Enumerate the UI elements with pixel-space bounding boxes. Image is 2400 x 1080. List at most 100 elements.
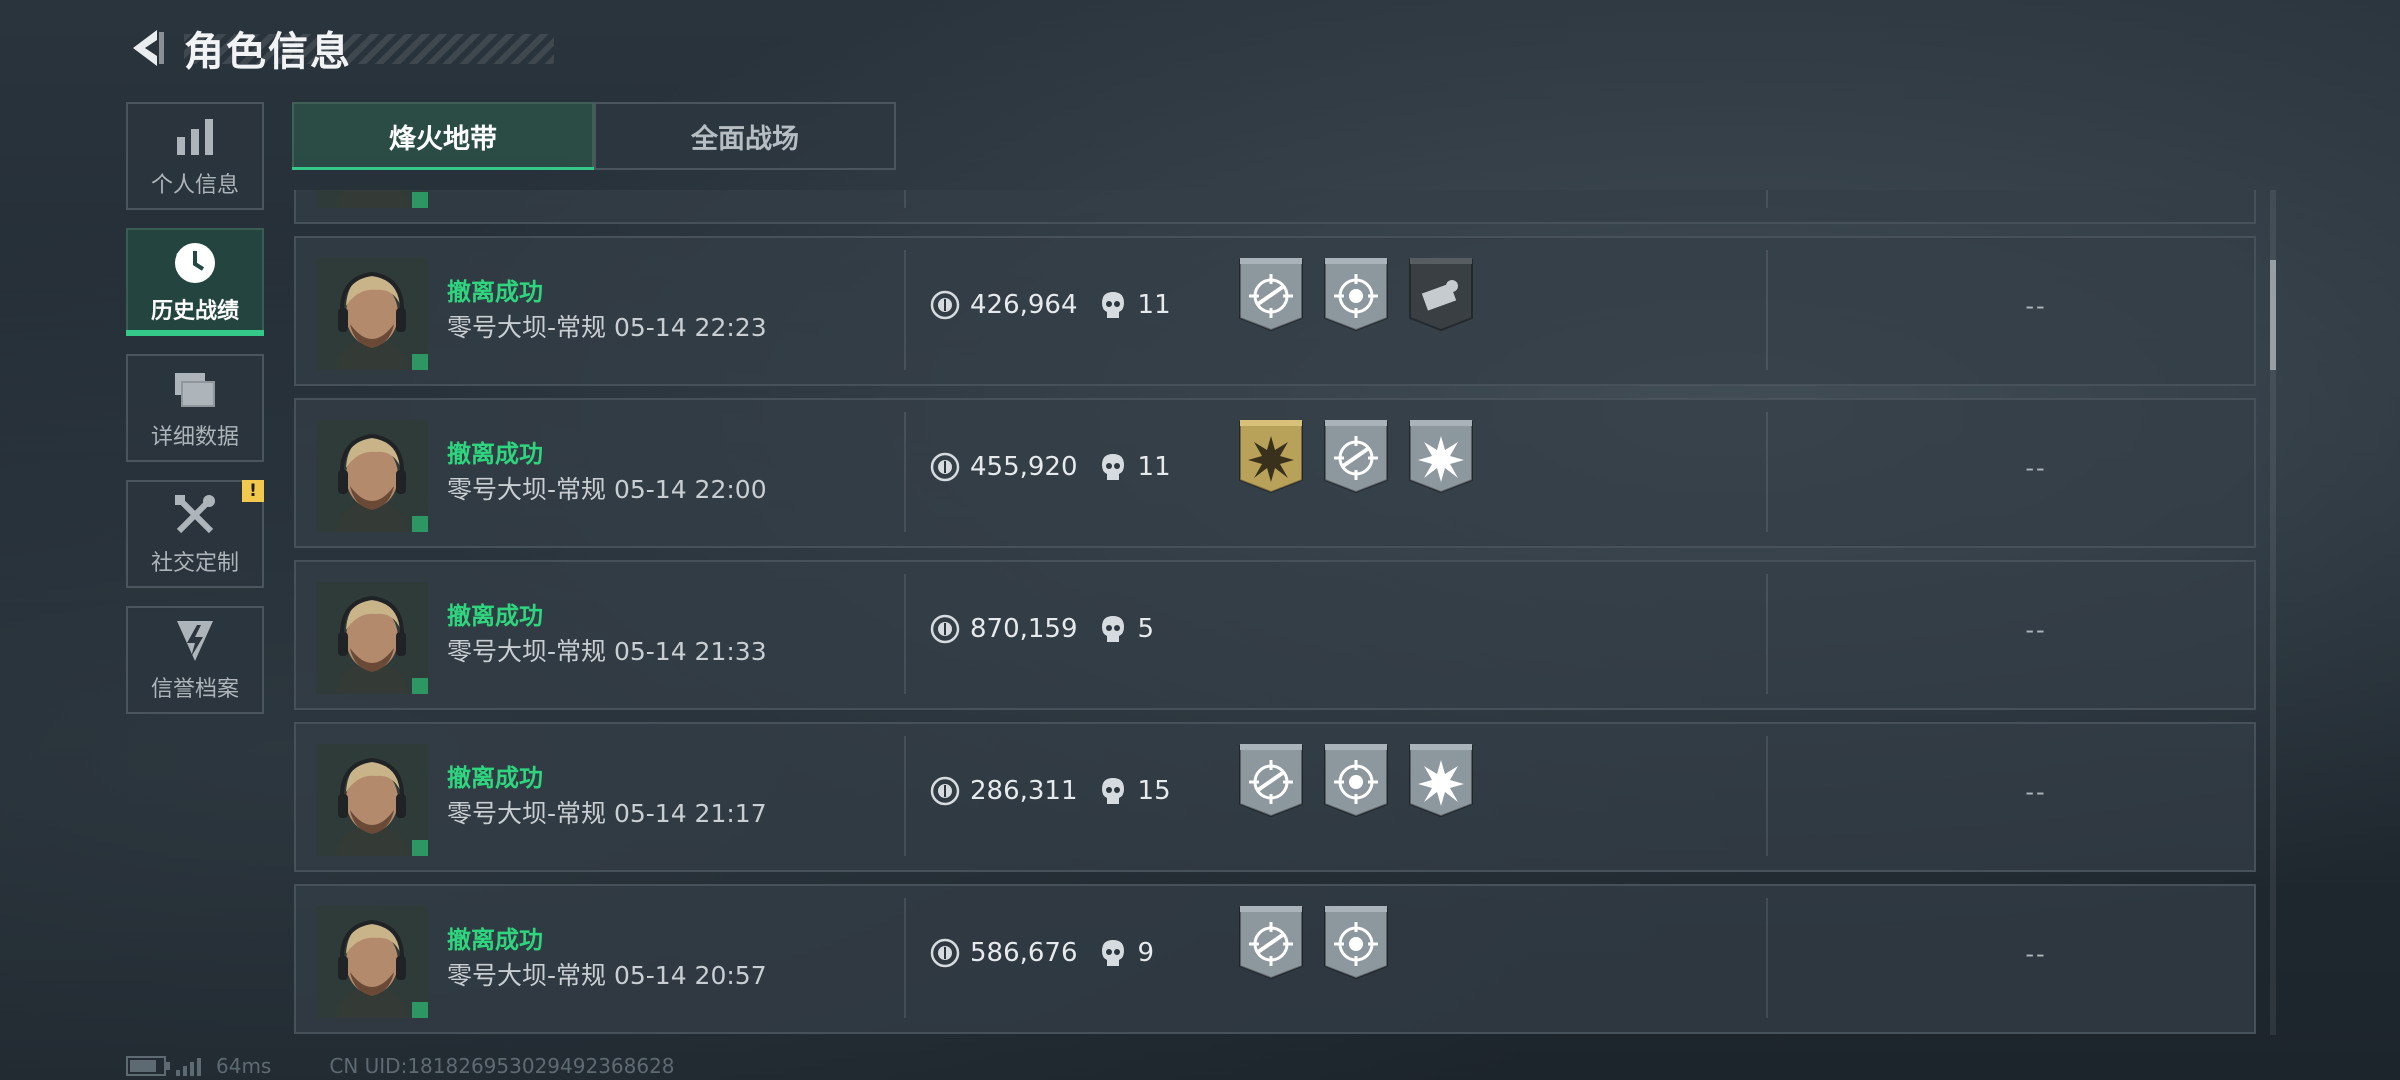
column-divider <box>1766 190 1768 208</box>
crosshair-rifle-badge-icon[interactable] <box>1323 418 1389 494</box>
sidebar-item-history[interactable]: 历史战绩 <box>126 228 264 336</box>
match-record-row[interactable]: 撤离成功 零号大坝-常规 05-14 20:57 586,676 9 -- <box>294 884 2256 1034</box>
extra-stat: -- <box>2025 778 2047 806</box>
skull-icon <box>1100 614 1126 644</box>
map-and-time: 零号大坝-常规 05-14 22:23 <box>447 313 767 342</box>
sidebar-item-personal-info[interactable]: 个人信息 <box>126 102 264 210</box>
loot-and-kills: 455,920 11 <box>930 452 1171 482</box>
column-divider <box>904 412 906 532</box>
back-button[interactable] <box>124 20 170 76</box>
sidebar-item-social-custom[interactable]: ! 社交定制 <box>126 480 264 588</box>
operator-avatar <box>316 420 428 532</box>
scrollbar[interactable] <box>2270 190 2276 1035</box>
column-divider <box>1766 250 1768 370</box>
loot-value: 586,676 <box>970 938 1078 968</box>
kill-count: 5 <box>1137 614 1155 644</box>
extraction-status: 撤离成功 <box>447 278 543 306</box>
page-header: 角色信息 <box>124 20 554 76</box>
kill-count: 11 <box>1137 290 1171 320</box>
sidebar-item-label: 社交定制 <box>150 551 239 576</box>
crosshair-skull-badge-icon[interactable] <box>1323 256 1389 332</box>
mode-tabs: 烽火地带 全面战场 <box>292 102 896 170</box>
status-footer: 64ms CN UID:181826953029492368628 <box>126 1052 675 1080</box>
loot-and-kills: 426,964 11 <box>930 290 1171 320</box>
column-divider <box>1766 898 1768 1018</box>
sidebar-item-label: 详细数据 <box>150 425 239 450</box>
loot-and-kills: 586,676 9 <box>930 938 1154 968</box>
sidebar-item-detailed-data[interactable]: 详细数据 <box>126 354 264 462</box>
coin-icon <box>930 452 960 482</box>
match-record-row[interactable]: 撤离成功 零号大坝-常规 05-14 21:33 870,159 5 -- <box>294 560 2256 710</box>
sidebar-nav: 个人信息 历史战绩 详细数据 ! 社交定制 信誉档案 <box>126 102 264 732</box>
loot-value: 426,964 <box>970 290 1078 320</box>
column-divider <box>904 574 906 694</box>
crosshair-skull-badge-icon[interactable] <box>1323 904 1389 980</box>
operator-avatar <box>316 744 428 856</box>
extra-stat: -- <box>2025 292 2047 320</box>
column-divider <box>904 898 906 1018</box>
operator-avatar <box>316 906 428 1018</box>
uid-text: CN UID:181826953029492368628 <box>329 1054 675 1078</box>
folders-icon <box>171 365 219 413</box>
page-title-wrap: 角色信息 <box>184 20 554 76</box>
coin-icon <box>930 776 960 806</box>
achievement-badges <box>1238 256 1493 332</box>
kill-count: 9 <box>1137 938 1155 968</box>
skull-icon <box>1100 938 1126 968</box>
tab-full-battlefield[interactable]: 全面战场 <box>594 102 896 170</box>
map-and-time: 零号大坝-常规 05-14 21:17 <box>447 799 767 828</box>
achievement-badges <box>1238 418 1493 494</box>
dark-cash-badge-icon[interactable] <box>1408 256 1474 332</box>
column-divider <box>1766 412 1768 532</box>
skull-icon <box>1100 776 1126 806</box>
column-divider <box>1766 736 1768 856</box>
alert-badge: ! <box>242 480 264 502</box>
kill-count: 15 <box>1137 776 1171 806</box>
kill-count: 11 <box>1137 452 1171 482</box>
crosshair-skull-badge-icon[interactable] <box>1323 742 1389 818</box>
loot-and-kills: 286,311 15 <box>930 776 1171 806</box>
crosshair-rifle-badge-icon[interactable] <box>1238 256 1304 332</box>
crosshair-rifle-badge-icon[interactable] <box>1238 742 1304 818</box>
history-clock-icon <box>171 239 219 287</box>
operator-avatar <box>316 258 428 370</box>
back-arrow-icon <box>133 30 164 66</box>
page-title: 角色信息 <box>184 29 352 75</box>
battery-icon <box>126 1056 170 1076</box>
sidebar-item-label: 个人信息 <box>150 173 239 198</box>
shield-bolt-icon <box>171 617 219 665</box>
match-record-row[interactable]: 撤离成功 零号大坝-常规 05-14 22:23 426,964 11 -- <box>294 236 2256 386</box>
sidebar-item-label: 历史战绩 <box>150 299 239 324</box>
extraction-status: 撤离成功 <box>447 926 543 954</box>
column-divider <box>904 736 906 856</box>
extra-stat: -- <box>2025 616 2047 644</box>
explosion-badge-icon[interactable] <box>1408 418 1474 494</box>
tools-icon <box>171 491 219 539</box>
crosshair-rifle-badge-icon[interactable] <box>1238 904 1304 980</box>
match-record-row[interactable]: 撤离成功 零号大坝-常规 05-14 23:32 609,725 20 +1 -… <box>294 190 2256 224</box>
loot-and-kills: 870,159 5 <box>930 614 1154 644</box>
tab-hazard-zone[interactable]: 烽火地带 <box>292 102 594 170</box>
column-divider <box>1766 574 1768 694</box>
extraction-status: 撤离成功 <box>447 764 543 792</box>
extraction-status: 撤离成功 <box>447 602 543 630</box>
extraction-status: 撤离成功 <box>447 440 543 468</box>
gold-sun-badge-icon[interactable] <box>1238 418 1304 494</box>
sidebar-item-reputation[interactable]: 信誉档案 <box>126 606 264 714</box>
map-and-time: 零号大坝-常规 05-14 22:00 <box>447 475 767 504</box>
loot-value: 870,159 <box>970 614 1078 644</box>
extra-stat: -- <box>2025 454 2047 482</box>
column-divider <box>904 250 906 370</box>
coin-icon <box>930 938 960 968</box>
match-record-row[interactable]: 撤离成功 零号大坝-常规 05-14 22:00 455,920 11 -- <box>294 398 2256 548</box>
skull-icon <box>1100 290 1126 320</box>
achievement-badges <box>1238 742 1493 818</box>
scrollbar-thumb[interactable] <box>2270 260 2276 370</box>
ping-text: 64ms <box>216 1054 272 1078</box>
skull-icon <box>1100 452 1126 482</box>
match-record-row[interactable]: 撤离成功 零号大坝-常规 05-14 21:17 286,311 15 -- <box>294 722 2256 872</box>
match-history-list[interactable]: 撤离成功 零号大坝-常规 05-14 23:32 609,725 20 +1 -… <box>294 190 2256 1035</box>
explosion-badge-icon[interactable] <box>1408 742 1474 818</box>
extra-stat: -- <box>2025 940 2047 968</box>
column-divider <box>904 190 906 208</box>
